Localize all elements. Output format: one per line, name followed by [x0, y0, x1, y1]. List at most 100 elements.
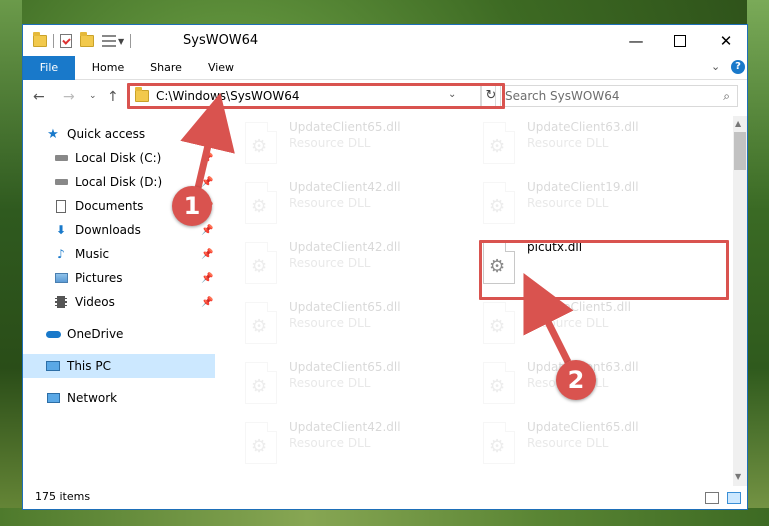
sidebar-item-label: Music: [75, 247, 110, 261]
pin-icon[interactable]: 📌: [201, 297, 213, 308]
file-type: Resource DLL: [289, 436, 371, 450]
sidebar-item-quick-access[interactable]: ★ Quick access: [23, 122, 215, 146]
sidebar-item-network[interactable]: Network: [23, 386, 215, 410]
title-bar: ▼ SysWOW64 — ✕: [23, 25, 747, 56]
scroll-down-icon[interactable]: ▼: [735, 472, 741, 481]
forward-arrow-icon[interactable]: →: [63, 89, 75, 105]
list-item[interactable]: ⚙ UpdateClient42.dll Resource DLL: [223, 236, 453, 292]
file-name: UpdateClient65.dll: [527, 420, 639, 434]
file-type: Resource DLL: [289, 196, 371, 210]
sidebar-item-music[interactable]: ♪ Music 📌: [23, 242, 215, 266]
close-button[interactable]: ✕: [703, 25, 749, 56]
dll-file-icon: ⚙: [483, 122, 515, 164]
list-item[interactable]: ⚙ UpdateClient65.dll Resource DLL: [461, 416, 691, 472]
list-item[interactable]: ⚙ UpdateClient42.dll Resource DLL: [223, 176, 453, 232]
address-highlight-box: [127, 83, 505, 109]
file-name: UpdateClient42.dll: [289, 180, 401, 194]
cloud-icon: [45, 326, 61, 342]
recent-locations-icon[interactable]: ⌄: [89, 91, 97, 101]
file-type: Resource DLL: [527, 316, 609, 330]
file-name: UpdateClient65.dll: [289, 360, 401, 374]
step-two-badge: 2: [556, 360, 596, 400]
status-bar: 175 items: [23, 487, 747, 509]
file-name: UpdateClient42.dll: [289, 240, 401, 254]
file-name: UpdateClient19.dll: [527, 180, 639, 194]
pin-icon[interactable]: 📌: [201, 153, 213, 164]
maximize-button[interactable]: [657, 25, 703, 56]
file-name: UpdateClient5.dll: [527, 300, 631, 314]
desktop-background-bottom: [0, 508, 769, 526]
network-icon: [45, 390, 61, 406]
customize-toolbar-icon[interactable]: [102, 35, 116, 47]
documents-icon: [53, 198, 69, 214]
videos-icon: [53, 294, 69, 310]
star-icon: ★: [47, 126, 59, 142]
file-type: Resource DLL: [289, 316, 371, 330]
file-list: ⚙ UpdateClient65.dll Resource DLL ⚙ Upda…: [223, 116, 733, 486]
large-icons-view-icon[interactable]: [727, 492, 741, 504]
navigation-pane: ★ Quick access Local Disk (C:) 📌 Local D…: [23, 116, 215, 486]
dll-file-icon: ⚙: [245, 122, 277, 164]
pin-icon[interactable]: 📌: [201, 225, 213, 236]
item-count: 175 items: [35, 490, 91, 503]
tab-view[interactable]: View: [199, 56, 243, 79]
file-name: UpdateClient63.dll: [527, 120, 639, 134]
scrollbar-thumb[interactable]: [734, 132, 746, 170]
drive-icon: [53, 150, 69, 166]
file-type: Resource DLL: [527, 436, 609, 450]
list-item[interactable]: ⚙ UpdateClient5.dll Resource DLL: [461, 296, 691, 352]
sidebar-item-label: Pictures: [75, 271, 123, 285]
up-arrow-icon[interactable]: ↑: [107, 89, 119, 105]
sidebar-item-label: Local Disk (D:): [75, 175, 163, 189]
sidebar-item-label: Documents: [75, 199, 144, 213]
ribbon-tabs: File Home Share View ⌄ ?: [23, 56, 747, 112]
properties-icon[interactable]: [60, 34, 72, 48]
list-item[interactable]: ⚙ UpdateClient63.dll Resource DLL: [461, 116, 691, 172]
sidebar-item-local-disk-c[interactable]: Local Disk (C:) 📌: [23, 146, 215, 170]
file-name: UpdateClient42.dll: [289, 420, 401, 434]
sidebar-item-onedrive[interactable]: OneDrive: [23, 322, 215, 346]
dll-file-icon: ⚙: [245, 362, 277, 404]
file-type: Resource DLL: [289, 376, 371, 390]
sidebar-item-label: This PC: [67, 359, 111, 373]
list-item[interactable]: ⚙ UpdateClient65.dll Resource DLL: [223, 356, 453, 412]
details-view-icon[interactable]: [705, 492, 719, 504]
search-input[interactable]: Search SysWOW64 ⌕: [495, 85, 738, 107]
search-icon: ⌕: [723, 89, 730, 103]
minimize-icon: —: [628, 31, 644, 50]
navigation-bar: ← → ⌄ ↑ C:\Windows\SysWOW64 ⌄ ↻ Search S…: [23, 80, 747, 114]
dll-file-icon: ⚙: [483, 182, 515, 224]
pin-icon[interactable]: 📌: [201, 273, 213, 284]
tab-share[interactable]: Share: [141, 56, 191, 79]
sidebar-item-this-pc[interactable]: This PC: [23, 354, 215, 378]
file-type: Resource DLL: [289, 136, 371, 150]
file-type: Resource DLL: [289, 256, 371, 270]
list-item[interactable]: ⚙ UpdateClient65.dll Resource DLL: [223, 116, 453, 172]
pin-icon[interactable]: 📌: [201, 177, 213, 188]
list-item[interactable]: ⚙ UpdateClient19.dll Resource DLL: [461, 176, 691, 232]
dll-file-icon: ⚙: [245, 182, 277, 224]
file-highlight-box: [479, 240, 729, 300]
help-button[interactable]: ?: [731, 60, 745, 74]
chevron-down-icon[interactable]: ▼: [118, 37, 124, 46]
expand-ribbon-icon[interactable]: ⌄: [711, 60, 720, 73]
scroll-up-icon[interactable]: ▲: [735, 119, 741, 128]
list-item[interactable]: ⚙ UpdateClient65.dll Resource DLL: [223, 296, 453, 352]
sidebar-item-label: OneDrive: [67, 327, 124, 341]
sidebar-item-pictures[interactable]: Pictures 📌: [23, 266, 215, 290]
toolbar-divider: [53, 34, 54, 48]
list-item[interactable]: ⚙ UpdateClient42.dll Resource DLL: [223, 416, 453, 472]
sidebar-item-label: Videos: [75, 295, 115, 309]
computer-icon: [45, 358, 61, 374]
sidebar-item-label: Network: [67, 391, 118, 405]
back-arrow-icon[interactable]: ←: [33, 89, 45, 105]
new-folder-icon[interactable]: [80, 32, 94, 47]
vertical-scrollbar[interactable]: ▲ ▼: [733, 116, 747, 486]
pin-icon[interactable]: 📌: [201, 249, 213, 260]
file-type: Resource DLL: [527, 196, 609, 210]
music-icon: ♪: [57, 247, 65, 261]
tab-home[interactable]: Home: [83, 56, 133, 79]
pictures-icon: [53, 270, 69, 286]
sidebar-item-videos[interactable]: Videos 📌: [23, 290, 215, 314]
minimize-button[interactable]: —: [613, 25, 659, 56]
